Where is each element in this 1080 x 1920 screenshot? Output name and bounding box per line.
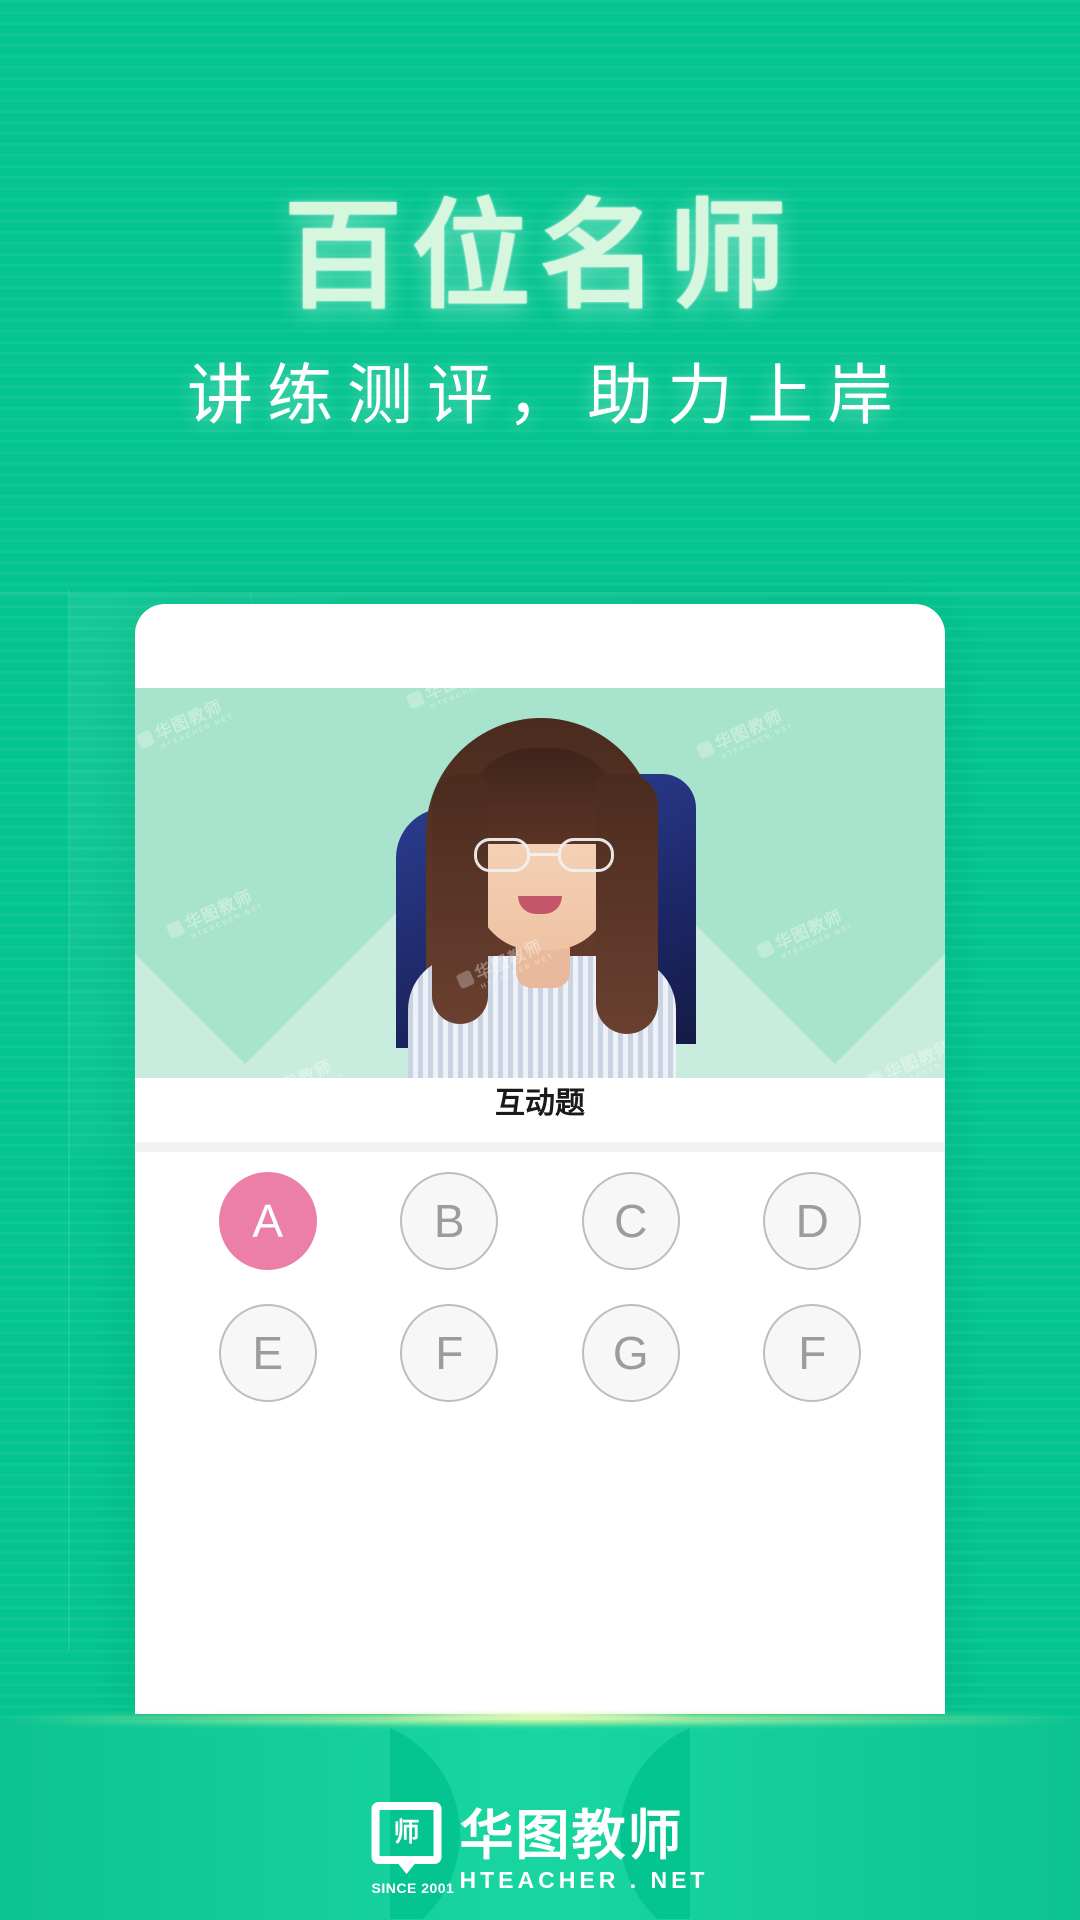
option-label: F	[435, 1327, 464, 1379]
brand-name-cn: 华图教师	[459, 1804, 684, 1867]
watermark-logo-icon	[865, 1069, 886, 1078]
watermark-logo-icon	[455, 969, 476, 990]
option-button-g[interactable]: G	[581, 1304, 680, 1402]
book-icon-glyph: 师	[393, 1818, 420, 1848]
watermark-logo-icon	[755, 939, 776, 960]
watermark-text: 华图教师	[262, 1057, 336, 1078]
brand-logo-text: 华图教师 HTEACHER . NET	[460, 1809, 709, 1896]
question-label: 互动题	[495, 1086, 585, 1121]
watermark-logo-icon	[695, 739, 716, 760]
option-label: D	[795, 1195, 829, 1247]
hero-section: 百位名师 讲练测评，助力上岸	[0, 0, 1080, 433]
option-row: A B C D	[135, 1172, 945, 1270]
answer-options: A B C D E F G F	[135, 1172, 945, 1436]
watermark-logo-icon	[165, 919, 186, 940]
option-label: F	[798, 1327, 827, 1379]
option-label: G	[612, 1327, 649, 1379]
brand-logo-mark: 师 SINCE 2001	[371, 1802, 455, 1896]
option-label: A	[252, 1195, 284, 1247]
book-icon: 师	[371, 1802, 442, 1864]
page-subtitle: 讲练测评，助力上岸	[187, 357, 907, 435]
option-label: B	[433, 1195, 465, 1247]
option-label: C	[614, 1195, 648, 1247]
option-button-d[interactable]: D	[763, 1172, 862, 1270]
option-button-h[interactable]: F	[763, 1304, 862, 1402]
option-button-e[interactable]: E	[218, 1304, 317, 1402]
video-watermark-layer: 华图教师HTEACHER.NET 华图教师HTEACHER.NET 华图教师HT…	[135, 688, 945, 1078]
watermark-logo-icon	[135, 729, 156, 750]
option-button-a[interactable]: A	[218, 1172, 317, 1270]
option-label: E	[252, 1327, 284, 1379]
footer-banner: 师 SINCE 2001 华图教师 HTEACHER . NET	[0, 1714, 1080, 1920]
option-button-b[interactable]: B	[400, 1172, 499, 1270]
preview-card: 华图教师HTEACHER.NET 华图教师HTEACHER.NET 华图教师HT…	[135, 604, 945, 1714]
page-title: 百位名师	[283, 187, 796, 325]
brand-logo: 师 SINCE 2001 华图教师 HTEACHER . NET	[371, 1802, 709, 1896]
watermark-logo-icon	[405, 689, 426, 710]
option-button-c[interactable]: C	[581, 1172, 680, 1270]
option-button-f[interactable]: F	[400, 1304, 499, 1402]
since-label: SINCE 2001	[371, 1880, 455, 1896]
option-row: E F G F	[135, 1304, 945, 1402]
section-divider	[135, 1142, 945, 1152]
brand-name-en: HTEACHER . NET	[459, 1867, 709, 1893]
video-player[interactable]: 华图教师HTEACHER.NET 华图教师HTEACHER.NET 华图教师HT…	[135, 688, 945, 1078]
